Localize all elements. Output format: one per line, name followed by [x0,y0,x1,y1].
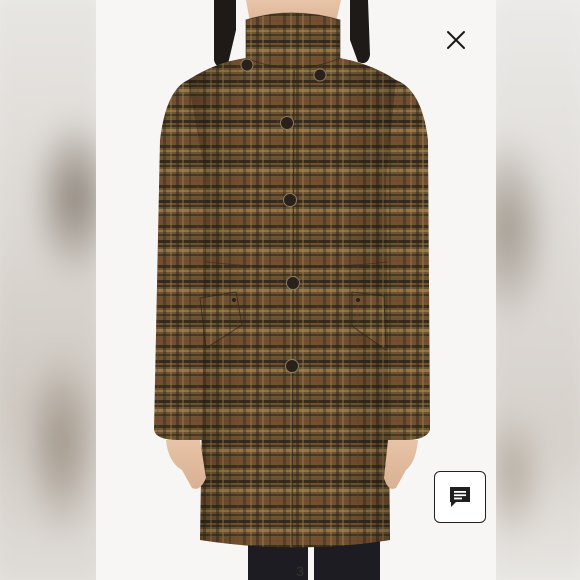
coat-button [240,58,254,72]
coat-button [313,68,327,82]
coat-button [286,276,300,290]
page-indicator: 3 [296,563,304,579]
coat-button [283,193,297,207]
left-hand [166,440,206,489]
coat-button [285,359,299,373]
blurred-backdrop-left [0,0,96,580]
chat-bubble-icon [450,487,470,507]
close-button[interactable] [440,24,472,56]
blurred-backdrop-right [496,0,580,580]
close-icon [447,31,465,49]
chat-button[interactable] [434,471,486,523]
coat-button [280,116,294,130]
hair-left [214,0,236,67]
hair-right [350,0,370,64]
right-hand [384,440,418,489]
image-viewer: 3 [0,0,580,580]
